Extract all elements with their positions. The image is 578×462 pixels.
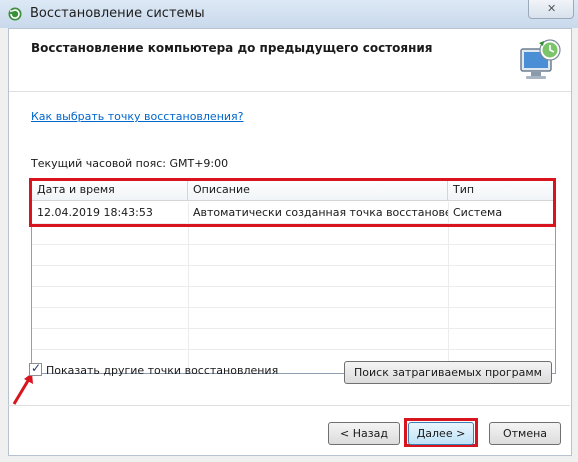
wizard-content: Восстановление компьютера до предыдущего… — [8, 28, 572, 456]
wizard-header: Восстановление компьютера до предыдущего… — [9, 29, 571, 90]
back-button[interactable]: < Назад — [328, 422, 400, 445]
close-icon: ✕ — [547, 2, 557, 15]
grid-line — [32, 265, 555, 266]
window-title: Восстановление системы — [30, 6, 205, 21]
show-more-label[interactable]: Показать другие точки восстановления — [46, 364, 278, 377]
grid-line — [32, 244, 555, 245]
title-bar[interactable]: Восстановление системы ✕ — [0, 0, 578, 28]
grid-line — [188, 202, 189, 373]
computer-restore-icon — [520, 39, 561, 79]
grid-line — [32, 286, 555, 287]
table-highlight-frame — [29, 178, 556, 227]
grid-line — [32, 328, 555, 329]
grid-line — [32, 349, 555, 350]
system-restore-icon — [8, 7, 22, 21]
help-link[interactable]: Как выбрать точку восстановления? — [31, 110, 244, 123]
system-restore-window: Восстановление системы ✕ Восстановление … — [0, 0, 578, 462]
page-title: Восстановление компьютера до предыдущего… — [31, 41, 433, 55]
show-more-checkbox[interactable]: ✓ — [29, 361, 42, 376]
checkmark-icon: ✓ — [31, 361, 42, 375]
scan-affected-programs-button[interactable]: Поиск затрагиваемых программ — [344, 361, 552, 384]
timezone-label: Текущий часовой пояс: GMT+9:00 — [31, 157, 229, 170]
grid-line — [448, 202, 449, 373]
next-button[interactable]: Далее > — [408, 422, 474, 445]
close-button[interactable]: ✕ — [528, 0, 574, 19]
grid-line — [32, 307, 555, 308]
cancel-button[interactable]: Отмена — [489, 422, 561, 445]
footer-divider — [8, 405, 570, 406]
